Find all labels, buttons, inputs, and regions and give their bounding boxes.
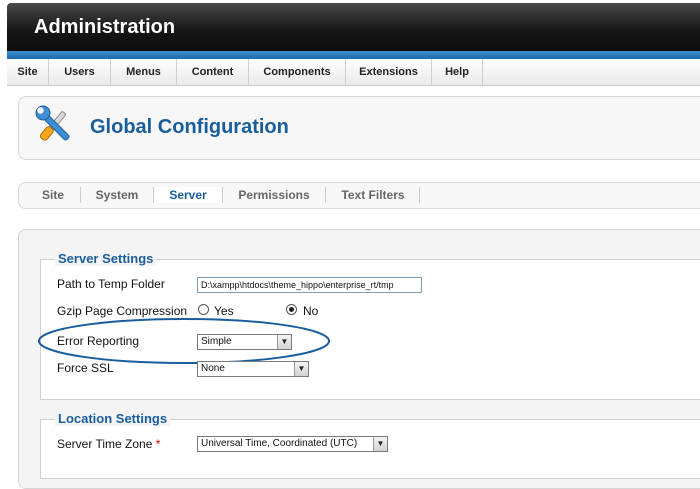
- chevron-down-icon: ▼: [294, 362, 308, 376]
- force-ssl-value: None: [201, 363, 225, 374]
- chevron-down-icon: ▼: [277, 335, 291, 349]
- menu-item-content[interactable]: Content: [177, 59, 249, 86]
- menu-item-components[interactable]: Components: [249, 59, 346, 86]
- menu-item-users[interactable]: Users: [49, 59, 111, 86]
- menu-item-menus[interactable]: Menus: [111, 59, 177, 86]
- tab-separator: [80, 187, 81, 203]
- page-title: Global Configuration: [90, 116, 289, 138]
- tab-separator: [325, 187, 326, 203]
- time-zone-label: Server Time Zone *: [57, 437, 160, 451]
- error-reporting-label: Error Reporting: [57, 334, 140, 348]
- location-settings-legend: Location Settings: [55, 411, 171, 426]
- tab-separator: [419, 187, 420, 203]
- force-ssl-select[interactable]: None ▼: [197, 361, 309, 377]
- menu-item-help[interactable]: Help: [432, 59, 483, 86]
- server-settings-legend: Server Settings: [55, 251, 157, 266]
- tab-site[interactable]: Site: [34, 187, 72, 203]
- error-reporting-select[interactable]: Simple ▼: [197, 334, 292, 350]
- temp-folder-input[interactable]: D:\xampp\htdocs\theme_hippo\enterprise_r…: [197, 277, 422, 293]
- header-title: Administration: [34, 16, 176, 38]
- tab-permissions[interactable]: Permissions: [230, 187, 318, 203]
- error-reporting-value: Simple: [201, 336, 232, 347]
- tab-separator: [153, 187, 154, 203]
- time-zone-value: Universal Time, Coordinated (UTC): [201, 438, 358, 449]
- tab-text-filters[interactable]: Text Filters: [333, 187, 413, 203]
- main-menu: Site Users Menus Content Components Exte…: [7, 59, 700, 86]
- header-stripe: [7, 51, 700, 59]
- gzip-no-radio[interactable]: [286, 304, 297, 315]
- time-zone-select[interactable]: Universal Time, Coordinated (UTC) ▼: [197, 436, 388, 452]
- tab-server[interactable]: Server: [155, 187, 221, 203]
- menu-item-site[interactable]: Site: [7, 59, 49, 86]
- tools-icon: [35, 105, 70, 141]
- time-zone-label-text: Server Time Zone: [57, 437, 153, 451]
- temp-folder-label: Path to Temp Folder: [57, 277, 165, 291]
- tab-system[interactable]: System: [88, 187, 146, 203]
- menu-item-extensions[interactable]: Extensions: [346, 59, 432, 86]
- gzip-yes-radio[interactable]: [198, 304, 209, 315]
- tab-separator: [222, 187, 223, 203]
- force-ssl-label: Force SSL: [57, 361, 114, 375]
- chevron-down-icon: ▼: [373, 437, 387, 451]
- required-mark: *: [155, 437, 161, 451]
- admin-header: Administration: [7, 3, 700, 53]
